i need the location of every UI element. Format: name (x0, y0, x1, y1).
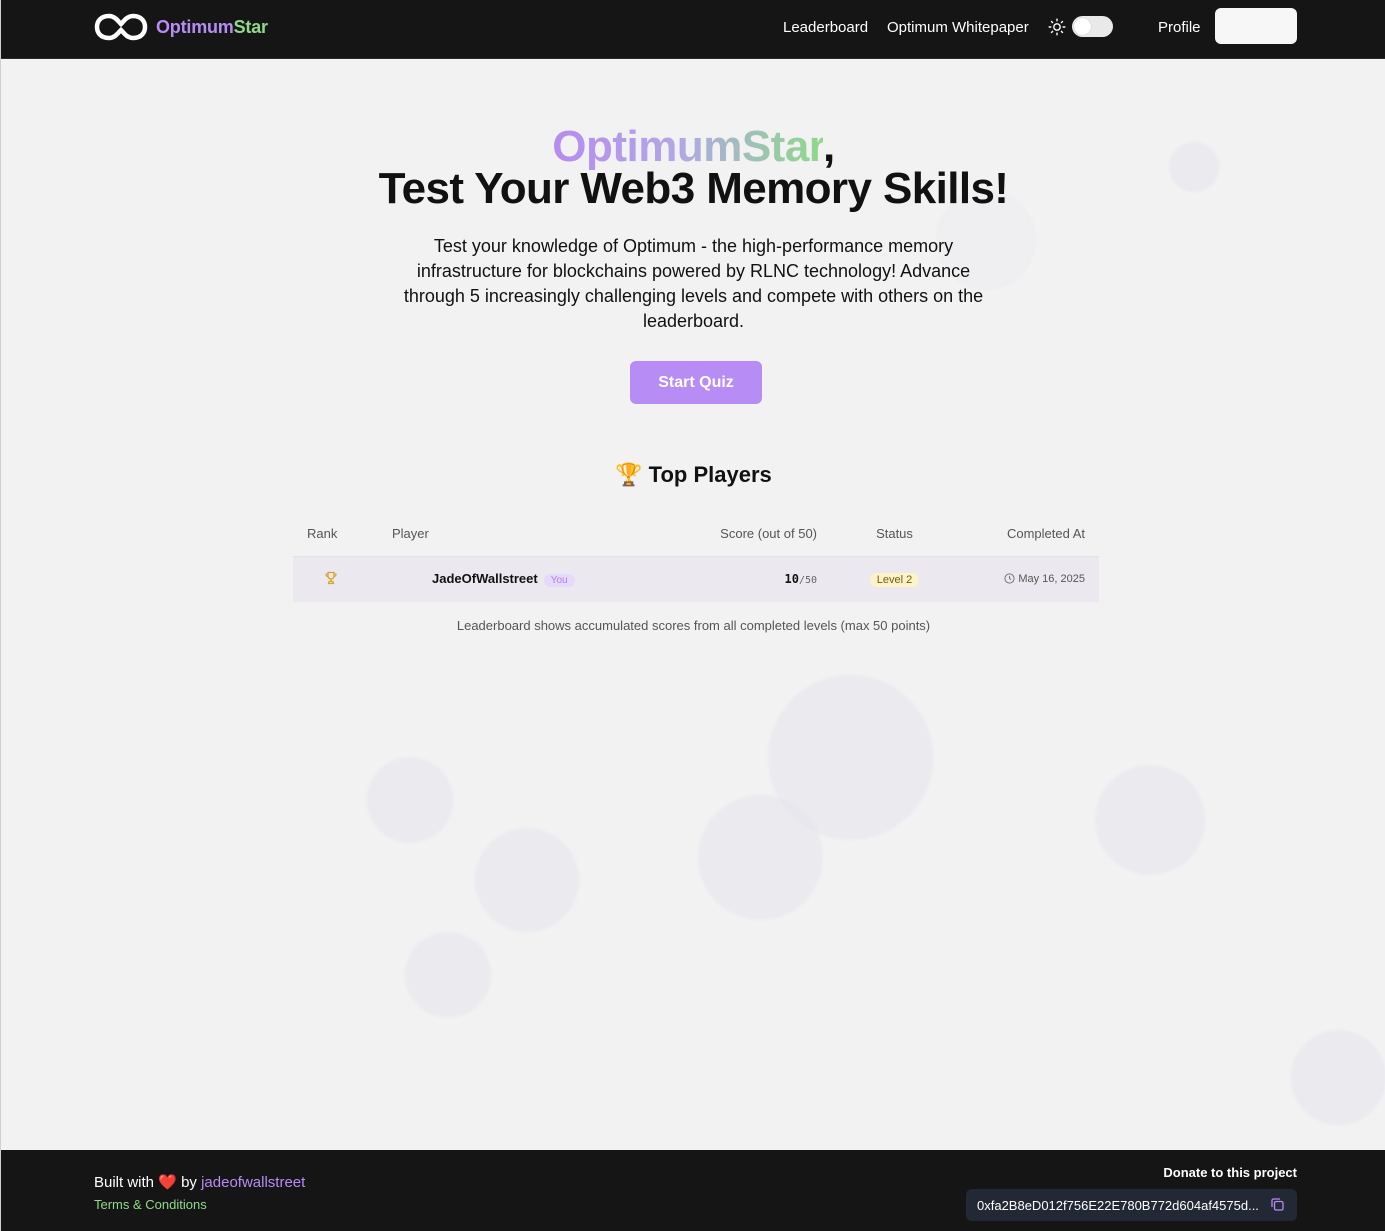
start-quiz-button[interactable]: Start Quiz (630, 361, 762, 404)
score-cell: 10/50 (702, 556, 817, 602)
brand-star-text: Star (233, 16, 268, 37)
nav-whitepaper-link[interactable]: Optimum Whitepaper (887, 19, 1029, 36)
status-cell: Level 2 (817, 556, 932, 602)
leaderboard-title: 🏆 Top Players (1, 462, 1385, 488)
leaderboard-note: Leaderboard shows accumulated scores fro… (456, 618, 931, 633)
copy-icon[interactable] (1270, 1197, 1285, 1212)
background-bubble (405, 932, 491, 1018)
heart-icon: ❤️ (158, 1174, 177, 1191)
author-link[interactable]: jadeofwallstreet (201, 1174, 305, 1191)
you-badge: You (543, 574, 575, 588)
donation-address: 0xfa2B8eD012f756E22E780B772d604af4575d..… (977, 1197, 1259, 1213)
leaderboard-table: Rank Player Score (out of 50) Status Com… (293, 512, 1099, 602)
score-value: 10 (784, 572, 799, 587)
brand-logo-link[interactable]: OptimumStar (94, 11, 268, 43)
by-label: by (181, 1174, 197, 1191)
column-status: Status (876, 526, 913, 542)
player-cell: JadeOfWallstreet You (392, 556, 702, 602)
background-bubble (1291, 1030, 1385, 1125)
hero-description: Test your knowledge of Optimum - the hig… (403, 236, 984, 331)
completed-cell: May 16, 2025 (932, 556, 1099, 602)
built-with-label: Built with (94, 1174, 155, 1191)
rank-cell (293, 556, 392, 602)
leaderboard-header-row: Rank Player Score (out of 50) Status Com… (293, 512, 1099, 556)
donate-label: Donate to this project (1163, 1165, 1297, 1180)
status-badge: Level 2 (869, 573, 920, 588)
nav-profile-link[interactable]: Profile (1158, 19, 1201, 36)
footer: Built with ❤️ by jadeofwallstreet Terms … (1, 1150, 1385, 1231)
hero-section: OptimumStar, Test Your Web3 Memory Skill… (1, 122, 1385, 334)
nav-leaderboard-link[interactable]: Leaderboard (783, 19, 868, 36)
background-bubble (1095, 765, 1205, 875)
theme-toggle[interactable] (1072, 16, 1113, 37)
background-bubble (367, 757, 453, 843)
wallet-button[interactable] (1215, 8, 1297, 44)
column-completed-at: Completed At (1006, 526, 1085, 542)
theme-toggle-knob (1074, 18, 1091, 35)
score-max: /50 (798, 575, 817, 587)
column-player: Player (392, 526, 429, 542)
hero-title: Test Your Web3 Memory Skills! (378, 164, 1009, 213)
column-rank: Rank (307, 526, 338, 542)
brand-optimum-text: Optimum (156, 16, 234, 37)
leaderboard-title-text: Top Players (648, 462, 772, 487)
background-bubble (698, 795, 823, 920)
terms-link[interactable]: Terms & Conditions (94, 1197, 207, 1212)
navbar: OptimumStar Leaderboard Optimum Whitepap… (1, 0, 1385, 59)
built-with-text: Built with ❤️ by jadeofwallstreet (94, 1173, 305, 1191)
trophy-icon (325, 571, 337, 584)
table-row: JadeOfWallstreet You 10/50 Level 2 May 16… (293, 556, 1099, 602)
trophy-icon: 🏆 (615, 462, 643, 487)
background-bubble (475, 828, 579, 932)
donation-address-box[interactable]: 0xfa2B8eD012f756E22E780B772d604af4575d..… (966, 1189, 1297, 1221)
logo-icon (94, 13, 148, 41)
column-score: Score (out of 50) (720, 526, 817, 542)
brand-name: OptimumStar (156, 17, 268, 38)
sun-icon (1048, 18, 1066, 36)
completed-date: May 16, 2025 (1018, 573, 1085, 586)
player-name: JadeOfWallstreet (432, 571, 538, 587)
clock-icon (1004, 573, 1015, 584)
